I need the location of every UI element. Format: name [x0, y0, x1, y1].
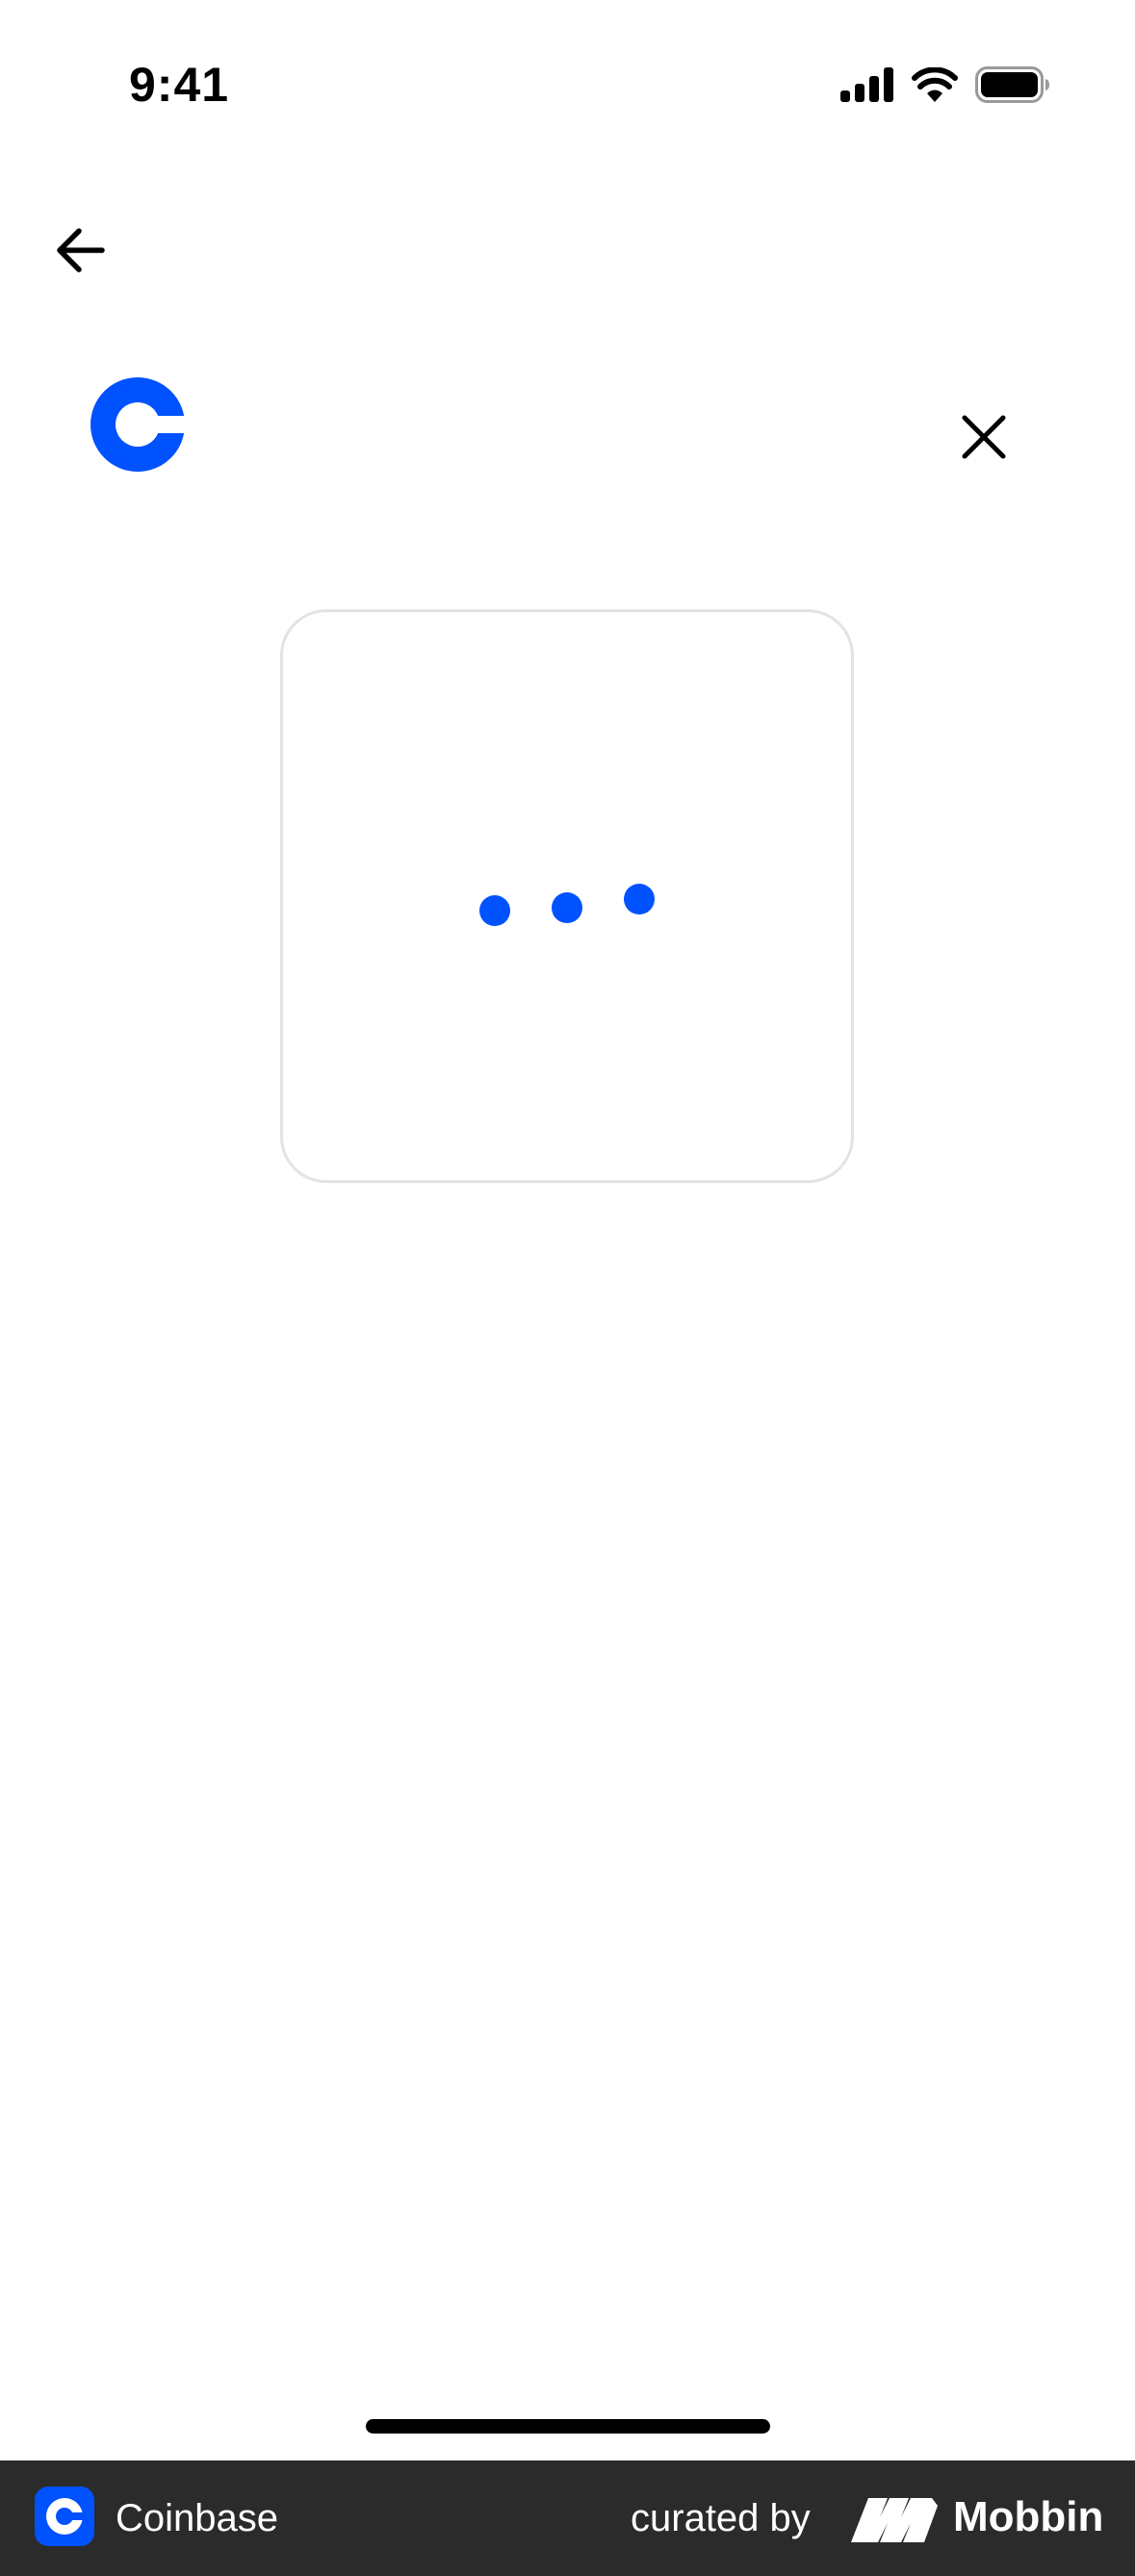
- arrow-left-icon: [57, 228, 105, 272]
- status-time: 9:41: [129, 58, 230, 112]
- status-bar: 9:41: [0, 0, 1135, 144]
- back-button[interactable]: [50, 219, 112, 281]
- app-name: Coinbase: [116, 2497, 279, 2539]
- status-icons: [840, 64, 1050, 106]
- loading-dot: [552, 892, 582, 923]
- curator-name: Mobbin: [953, 2493, 1104, 2540]
- close-icon: [962, 415, 1006, 459]
- loading-dot: [479, 895, 510, 926]
- close-button[interactable]: [953, 406, 1015, 468]
- coinbase-logo-icon: [90, 377, 185, 472]
- curated-label: curated by: [631, 2497, 811, 2539]
- battery-icon: [975, 66, 1049, 103]
- loading-card: [280, 609, 854, 1183]
- coinbase-app-icon: [35, 2486, 94, 2546]
- loading-dot: [624, 884, 655, 914]
- wifi-icon: [912, 67, 958, 102]
- cellular-signal-icon: [840, 67, 893, 102]
- home-indicator[interactable]: [366, 2419, 770, 2434]
- attribution-bar: Coinbase curated by Mobbin: [0, 2460, 1135, 2576]
- mobbin-logo-icon: [851, 2498, 938, 2542]
